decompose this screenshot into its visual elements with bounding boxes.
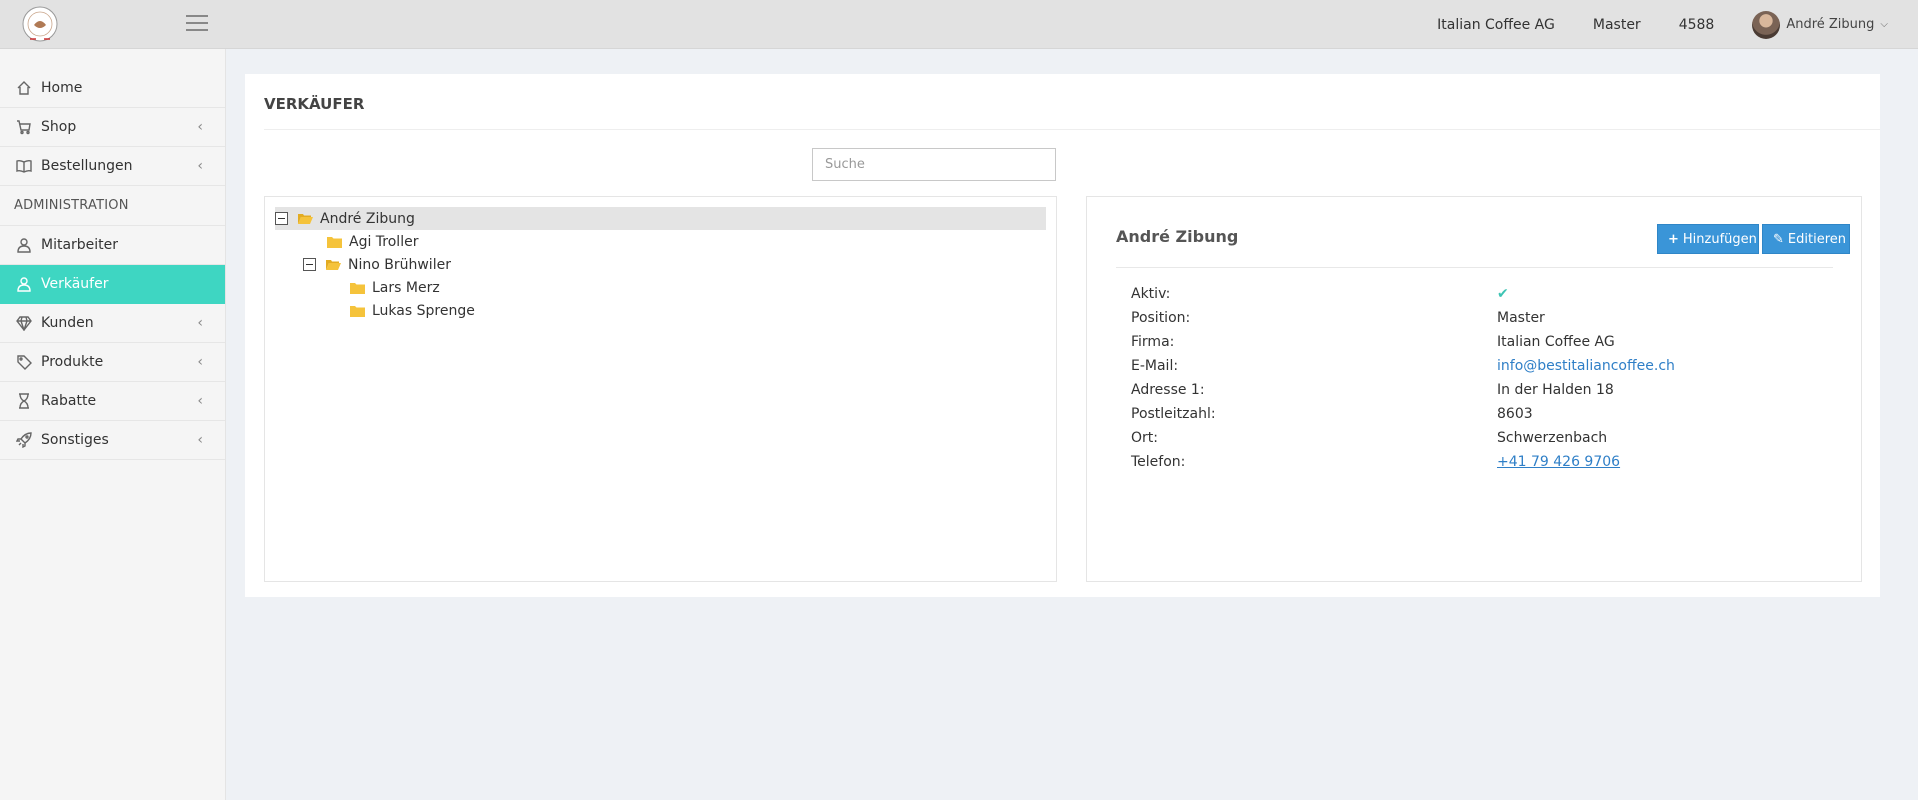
sidebar-item-rabatte[interactable]: Rabatte ‹ [0,382,225,421]
sidebar-item-produkte[interactable]: Produkte ‹ [0,343,225,382]
field-label-ort: Ort: [1131,430,1158,446]
sidebar-item-label: Rabatte [41,393,97,409]
logo-icon[interactable] [18,5,62,43]
chevron-left-icon: ‹ [197,354,203,370]
top-right-info: Italian Coffee AG Master 4588 André Zibu… [1437,0,1918,49]
cart-icon [17,120,31,135]
tree-node-label: Lars Merz [372,279,440,296]
chevron-left-icon: ‹ [197,393,203,409]
avatar [1752,10,1781,39]
tree-node-lukas-sprenge[interactable]: Lukas Sprenge [350,299,475,322]
folder-icon [327,236,342,248]
sidebar: Home Shop ‹ Bestellungen ‹ ADMINISTRATIO… [0,49,226,800]
search-input[interactable] [812,148,1056,181]
diamond-icon [16,316,32,331]
sidebar-item-label: Verkäufer [41,276,109,292]
chevron-left-icon: ‹ [197,119,203,135]
sidebar-item-home[interactable]: Home [0,69,225,108]
sidebar-item-label: Sonstiges [41,432,109,448]
sidebar-item-verkaeufer[interactable]: Verkäufer [0,265,225,304]
collapse-icon[interactable] [303,258,316,271]
sidebar-heading: ADMINISTRATION [0,186,225,226]
folder-icon [350,282,365,294]
company-name: Italian Coffee AG [1437,16,1555,33]
sidebar-item-shop[interactable]: Shop ‹ [0,108,225,147]
edit-button-label: Editieren [1787,231,1846,247]
chevron-left-icon: ‹ [197,315,203,331]
seller-tree: André Zibung Agi Troller Nino Brühwiler … [264,196,1057,582]
chevron-down-icon: ⌵ [1880,19,1888,30]
sidebar-item-mitarbeiter[interactable]: Mitarbeiter [0,226,225,265]
sidebar-item-kunden[interactable]: Kunden ‹ [0,304,225,343]
divider [264,129,1880,130]
seller-detail: André Zibung + Hinzufügen ✎ Editieren Ak… [1086,196,1862,582]
sidebar-item-sonstiges[interactable]: Sonstiges ‹ [0,421,225,460]
chevron-left-icon: ‹ [197,158,203,174]
pencil-icon: ✎ [1773,231,1784,247]
field-label-firma: Firma: [1131,334,1175,350]
sidebar-item-label: Produkte [41,354,104,370]
tree-node-agi-troller[interactable]: Agi Troller [327,230,418,253]
sidebar-item-label: Mitarbeiter [41,237,119,253]
sidebar-item-label: Kunden [41,315,94,331]
user-name: André Zibung [1786,17,1875,32]
field-value-ort: Schwerzenbach [1497,430,1608,446]
user-number: 4588 [1678,16,1715,33]
main-panel: VERKÄUFER André Zibung Agi Troller Nino … [245,74,1880,597]
user-role: Master [1592,16,1641,33]
field-value-postleitzahl: 8603 [1497,406,1533,422]
field-value-adresse: In der Halden 18 [1497,382,1614,398]
folder-open-icon [326,259,341,270]
user-menu[interactable]: André Zibung ⌵ [1752,10,1888,39]
tree-node-andre-zibung[interactable]: André Zibung [275,207,1046,230]
page-title: VERKÄUFER [264,95,365,113]
home-icon [17,81,31,95]
field-label-position: Position: [1131,310,1191,326]
edit-button[interactable]: ✎ Editieren [1762,224,1850,254]
add-button-label: Hinzufügen [1682,231,1757,247]
detail-title: André Zibung [1116,227,1239,246]
tree-node-label: André Zibung [320,210,415,227]
user-icon [17,277,31,292]
tree-node-label: Lukas Sprenge [372,302,475,319]
tree-node-lars-merz[interactable]: Lars Merz [350,276,440,299]
user-icon [17,238,31,253]
hourglass-icon [19,393,29,409]
field-value-firma: Italian Coffee AG [1497,334,1615,350]
folder-open-icon [298,213,313,224]
sidebar-item-bestellungen[interactable]: Bestellungen ‹ [0,147,225,186]
tag-icon [17,355,32,370]
menu-toggle-icon[interactable] [186,15,208,33]
sidebar-item-label: Home [41,80,83,96]
chevron-left-icon: ‹ [197,432,203,448]
tree-node-label: Agi Troller [349,233,419,250]
phone-link[interactable]: +41 79 426 9706 [1497,454,1620,470]
field-label-email: E-Mail: [1131,358,1179,374]
tree-node-nino-bruehwiler[interactable]: Nino Brühwiler [303,253,451,276]
collapse-icon[interactable] [275,212,288,225]
field-label-aktiv: Aktiv: [1131,286,1171,302]
email-link[interactable]: info@bestitaliancoffee.ch [1497,358,1675,374]
top-bar: Italian Coffee AG Master 4588 André Zibu… [0,0,1918,49]
add-button[interactable]: + Hinzufügen [1657,224,1759,254]
book-icon [16,159,32,173]
divider [1116,267,1833,268]
plus-icon: + [1668,231,1679,247]
field-label-postleitzahl: Postleitzahl: [1131,406,1216,422]
folder-icon [350,305,365,317]
field-label-telefon: Telefon: [1131,454,1186,470]
field-value-position: Master [1497,310,1545,326]
rocket-icon [16,432,32,448]
sidebar-item-label: Shop [41,119,77,135]
check-icon: ✔ [1497,286,1509,302]
field-label-adresse: Adresse 1: [1131,382,1205,398]
tree-node-label: Nino Brühwiler [348,256,451,273]
sidebar-item-label: Bestellungen [41,158,133,174]
